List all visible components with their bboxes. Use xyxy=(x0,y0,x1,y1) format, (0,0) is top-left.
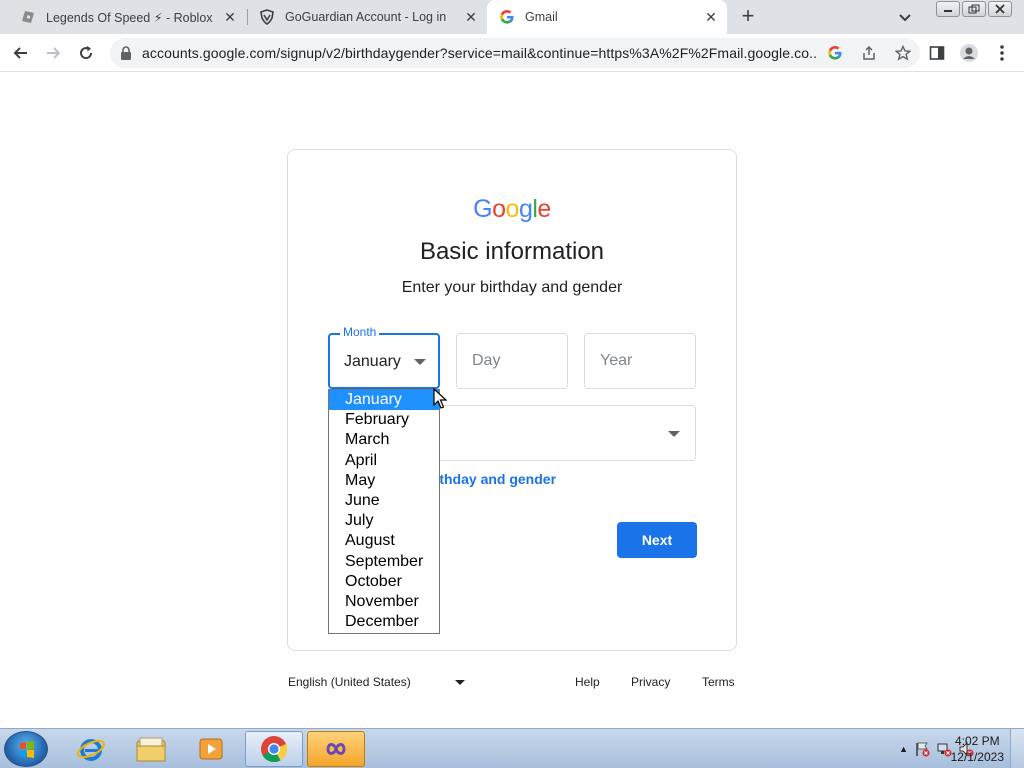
page-title: Basic information xyxy=(419,238,605,265)
logo-letter: G xyxy=(473,195,493,223)
browser-toolbar: accounts.google.com/signup/v2/birthdayge… xyxy=(0,34,1024,72)
close-tab-icon[interactable]: ✕ xyxy=(463,9,479,25)
page-footer: English (United States) Help Privacy Ter… xyxy=(288,672,736,692)
month-option-june[interactable]: June xyxy=(329,491,439,511)
logo-letter: e xyxy=(537,195,551,223)
show-hidden-icons-icon[interactable]: ▲ xyxy=(899,744,908,754)
month-option-march[interactable]: March xyxy=(329,430,439,450)
internet-explorer-taskbar-button[interactable] xyxy=(62,731,120,767)
lock-icon[interactable] xyxy=(120,46,132,60)
close-tab-icon[interactable]: ✕ xyxy=(703,9,719,25)
year-input[interactable]: Year xyxy=(584,333,696,389)
month-select[interactable]: Month January xyxy=(328,325,440,389)
three-dots-icon xyxy=(1000,45,1004,61)
clock-date: 12/1/2023 xyxy=(950,750,1004,764)
tab-title: Legends Of Speed ⚡ - Roblox xyxy=(46,10,213,25)
month-dropdown-list: January February March April May June July Augu… xyxy=(328,389,440,634)
tab-search-chevron-icon[interactable] xyxy=(896,8,914,26)
dropdown-caret-icon xyxy=(668,431,680,437)
app-taskbar-button[interactable] xyxy=(307,731,365,767)
roblox-icon xyxy=(22,11,34,23)
side-panel-icon xyxy=(929,46,945,60)
tab-title: Gmail xyxy=(525,10,558,24)
month-option-september[interactable]: September xyxy=(329,552,439,572)
google-g-icon xyxy=(500,10,514,24)
folder-icon xyxy=(136,737,166,762)
month-option-january[interactable]: January xyxy=(329,390,439,411)
tab-strip: Legends Of Speed ⚡ - Roblox ✕ GoGuardian… xyxy=(0,0,1024,34)
infinity-app-icon xyxy=(326,743,346,755)
privacy-link[interactable]: Privacy xyxy=(631,675,670,689)
url-text[interactable]: accounts.google.com/signup/v2/birthdayge… xyxy=(142,45,818,61)
help-link[interactable]: Help xyxy=(575,675,600,689)
file-explorer-taskbar-button[interactable] xyxy=(122,731,180,767)
logo-letter: o xyxy=(505,195,520,223)
page-subtitle: Enter your birthday and gender xyxy=(401,279,623,296)
year-placeholder: Year xyxy=(600,352,633,369)
minimize-icon xyxy=(944,10,952,12)
restore-button[interactable] xyxy=(962,1,986,17)
language-caret-icon[interactable] xyxy=(455,680,465,685)
logo-letter: o xyxy=(492,195,506,223)
month-option-august[interactable]: August xyxy=(329,531,439,551)
language-select[interactable]: English (United States) xyxy=(288,675,411,689)
terms-link[interactable]: Terms xyxy=(702,675,735,689)
restore-icon xyxy=(968,4,980,14)
day-placeholder: Day xyxy=(472,352,501,369)
tab-gmail[interactable]: Gmail ✕ xyxy=(487,0,727,34)
goguardian-icon xyxy=(260,9,274,25)
reload-button[interactable] xyxy=(74,41,98,65)
next-button[interactable]: Next xyxy=(617,522,697,558)
internet-explorer-icon xyxy=(77,739,105,761)
share-icon[interactable] xyxy=(858,42,880,64)
day-input[interactable]: Day xyxy=(456,333,568,389)
month-option-may[interactable]: May xyxy=(329,471,439,491)
month-option-december[interactable]: December xyxy=(329,612,439,632)
new-tab-button[interactable]: + xyxy=(736,5,760,29)
profile-button[interactable] xyxy=(957,41,981,65)
google-logo: Google xyxy=(288,195,736,224)
dropdown-caret-icon xyxy=(414,359,426,365)
windows-taskbar: ▲ 4:02 PM 12/1/2023 xyxy=(0,728,1024,768)
bookmark-star-icon[interactable] xyxy=(892,42,914,64)
media-player-icon xyxy=(199,738,223,760)
reload-icon xyxy=(80,46,93,60)
tab-title: GoGuardian Account - Log in xyxy=(285,10,447,24)
side-panel-button[interactable] xyxy=(925,41,949,65)
close-icon xyxy=(995,4,1005,14)
month-label: Month xyxy=(340,325,380,339)
forward-button[interactable] xyxy=(41,41,65,65)
system-clock[interactable]: 4:02 PM 12/1/2023 xyxy=(951,733,1004,765)
close-tab-icon[interactable]: ✕ xyxy=(222,9,238,25)
month-value: January xyxy=(344,353,401,370)
month-option-april[interactable]: April xyxy=(329,451,439,471)
chrome-taskbar-button[interactable] xyxy=(245,731,303,767)
menu-button[interactable] xyxy=(990,41,1014,65)
month-option-february[interactable]: February xyxy=(329,410,439,430)
address-bar[interactable]: accounts.google.com/signup/v2/birthdayge… xyxy=(110,38,920,68)
clock-time: 4:02 PM xyxy=(954,734,1000,748)
back-arrow-icon xyxy=(13,47,27,59)
month-option-july[interactable]: July xyxy=(329,511,439,531)
month-option-october[interactable]: October xyxy=(329,572,439,592)
logo-letter: g xyxy=(518,195,533,223)
forward-arrow-icon xyxy=(47,47,61,59)
tab-roblox[interactable]: Legends Of Speed ⚡ - Roblox ✕ xyxy=(8,0,246,34)
show-desktop-button[interactable] xyxy=(1010,729,1024,768)
action-center-flag-icon[interactable] xyxy=(914,741,930,757)
avatar-icon xyxy=(960,44,978,62)
start-button[interactable] xyxy=(4,731,48,767)
back-button[interactable] xyxy=(9,41,33,65)
month-option-november[interactable]: November xyxy=(329,592,439,612)
google-lens-icon[interactable] xyxy=(824,42,846,64)
minimize-button[interactable] xyxy=(936,1,960,17)
window-controls xyxy=(936,1,1012,17)
mouse-cursor-icon xyxy=(433,388,447,409)
chrome-icon xyxy=(261,736,288,763)
network-icon[interactable] xyxy=(936,741,952,757)
windows-logo-icon xyxy=(20,741,34,758)
tab-goguardian[interactable]: GoGuardian Account - Log in ✕ xyxy=(247,0,487,34)
close-window-button[interactable] xyxy=(988,1,1012,17)
media-player-taskbar-button[interactable] xyxy=(182,731,240,767)
